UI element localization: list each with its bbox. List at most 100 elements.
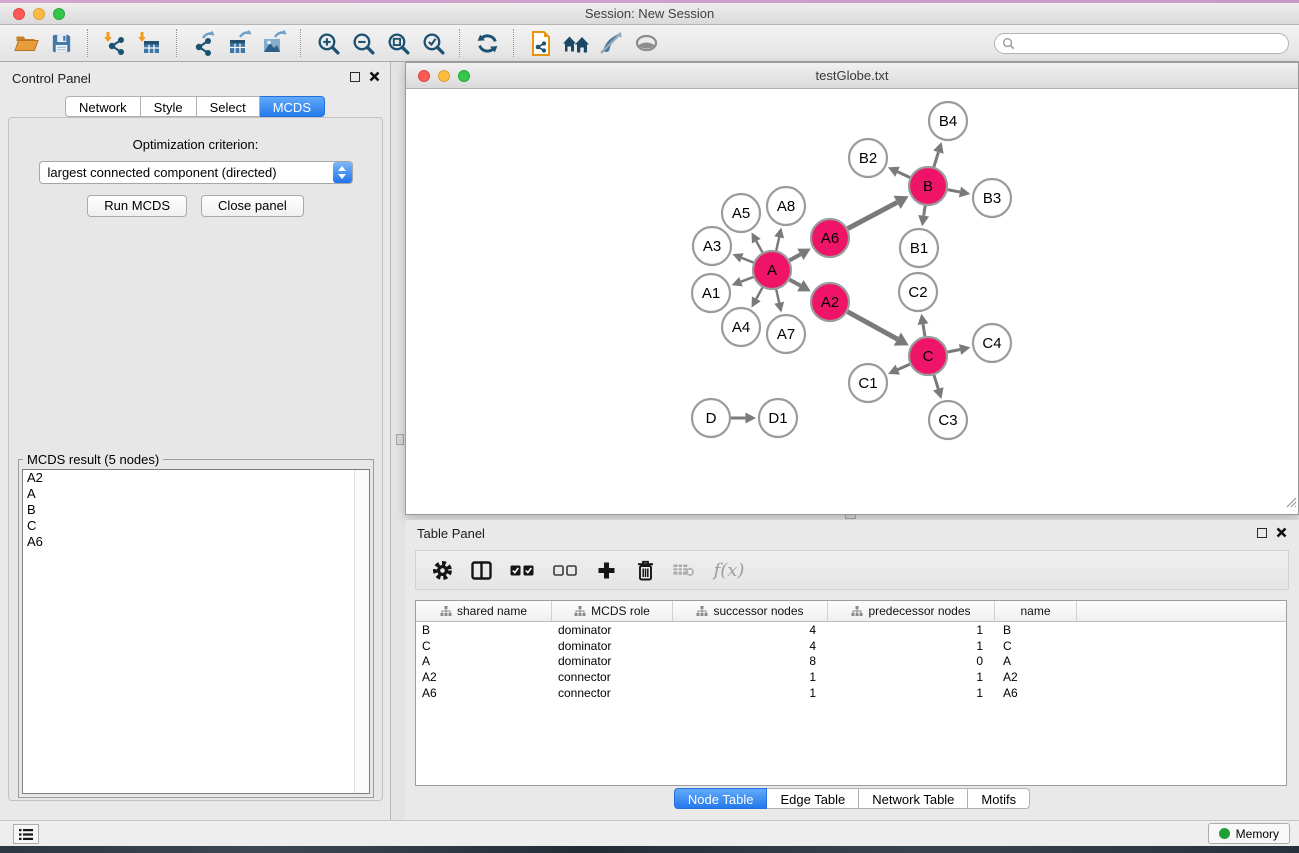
graph-node-C3[interactable]: C3 <box>929 401 967 439</box>
graph-node-A6[interactable]: A6 <box>811 219 849 257</box>
table-settings-button[interactable] <box>431 558 453 582</box>
column-header-name[interactable]: name <box>995 601 1077 621</box>
gear-icon <box>432 560 453 581</box>
graph-node-A7[interactable]: A7 <box>767 315 805 353</box>
run-mcds-button[interactable]: Run MCDS <box>87 195 187 217</box>
network-canvas[interactable]: A A1 A2 A3 A4 A5 A6 A7 A8 B B1 B2 B3 B4 C C1 C2 C3 C4 D D1 <box>406 89 1298 514</box>
show-graphics-details-button[interactable] <box>630 27 662 59</box>
table-tab-network-table[interactable]: Network Table <box>859 788 968 809</box>
table-row[interactable]: Adominator80A <box>416 653 1286 669</box>
graph-node-B1[interactable]: B1 <box>900 229 938 267</box>
graph-node-D[interactable]: D <box>692 399 730 437</box>
zoom-in-button[interactable] <box>312 27 344 59</box>
graph-node-D1[interactable]: D1 <box>759 399 797 437</box>
zoom-selected-button[interactable] <box>417 27 449 59</box>
graph-node-C4[interactable]: C4 <box>973 324 1011 362</box>
new-network-from-selection-button[interactable] <box>525 27 557 59</box>
export-image-button[interactable] <box>258 27 290 59</box>
network-window-titlebar: testGlobe.txt <box>406 63 1298 89</box>
tab-style[interactable]: Style <box>141 96 197 117</box>
zoom-window-button[interactable] <box>53 8 65 20</box>
fit-content-button[interactable] <box>382 27 414 59</box>
close-panel-icon[interactable] <box>369 71 380 82</box>
optimization-criterion-select[interactable]: largest connected component (directed) <box>39 161 353 184</box>
graph-node-label: A2 <box>821 294 839 311</box>
import-table-button[interactable] <box>134 27 166 59</box>
graph-node-B4[interactable]: B4 <box>929 102 967 140</box>
graph-node-A5[interactable]: A5 <box>722 194 760 232</box>
split-table-button[interactable] <box>470 558 492 582</box>
tab-select[interactable]: Select <box>197 96 260 117</box>
home-button[interactable] <box>560 27 592 59</box>
mcds-result-item[interactable]: C <box>23 518 369 534</box>
mcds-result-item[interactable]: B <box>23 502 369 518</box>
memory-label: Memory <box>1236 827 1279 841</box>
mcds-result-item[interactable]: A <box>23 486 369 502</box>
table-tab-edge-table[interactable]: Edge Table <box>767 788 859 809</box>
column-header-successor-nodes[interactable]: successor nodes <box>673 601 828 621</box>
search-box[interactable] <box>994 33 1289 54</box>
mcds-result-list[interactable]: A2ABCA6 <box>22 469 370 794</box>
graph-node-C1[interactable]: C1 <box>849 364 887 402</box>
zoom-network-button[interactable] <box>458 70 470 82</box>
trash-icon <box>636 560 655 581</box>
mcds-result-items: A2ABCA6 <box>23 470 369 550</box>
float-table-panel-icon[interactable] <box>1257 528 1267 538</box>
graph-node-C2[interactable]: C2 <box>899 273 937 311</box>
column-header-shared-name[interactable]: shared name <box>416 601 552 621</box>
tab-network[interactable]: Network <box>65 96 141 117</box>
deselect-all-rows-button[interactable] <box>552 558 578 582</box>
table-row[interactable]: A2connector11A2 <box>416 669 1286 685</box>
graph-node-label: C1 <box>858 375 877 392</box>
column-header-mcds-role[interactable]: MCDS role <box>552 601 673 621</box>
table-tab-motifs[interactable]: Motifs <box>968 788 1030 809</box>
export-table-button[interactable] <box>223 27 255 59</box>
graph-node-B3[interactable]: B3 <box>973 179 1011 217</box>
graph-node-A[interactable]: A <box>753 251 791 289</box>
import-network-button[interactable] <box>99 27 131 59</box>
resize-grip-icon[interactable] <box>1284 495 1297 513</box>
close-window-button[interactable] <box>13 8 25 20</box>
table-row[interactable]: Cdominator41C <box>416 638 1286 654</box>
export-network-button[interactable] <box>188 27 220 59</box>
memory-button[interactable]: Memory <box>1208 823 1290 844</box>
window-title: Session: New Session <box>0 3 1299 24</box>
search-input[interactable] <box>1019 35 1281 51</box>
table-row[interactable]: A6connector11A6 <box>416 685 1286 701</box>
graph-node-label: B1 <box>910 240 928 257</box>
graph-node-A2[interactable]: A2 <box>811 283 849 321</box>
close-panel-button[interactable]: Close panel <box>201 195 304 217</box>
graph-node-B[interactable]: B <box>909 167 947 205</box>
graph-node-B2[interactable]: B2 <box>849 139 887 177</box>
delete-table-button[interactable] <box>673 558 695 582</box>
apply-function-button[interactable]: f(x) <box>712 558 746 582</box>
graph-node-A8[interactable]: A8 <box>767 187 805 225</box>
float-panel-icon[interactable] <box>350 72 360 82</box>
minimize-network-button[interactable] <box>438 70 450 82</box>
zoom-out-button[interactable] <box>347 27 379 59</box>
refresh-button[interactable] <box>471 27 503 59</box>
graph-node-A4[interactable]: A4 <box>722 308 760 346</box>
close-table-panel-icon[interactable] <box>1276 527 1287 538</box>
column-header-predecessor-nodes[interactable]: predecessor nodes <box>828 601 995 621</box>
open-session-button[interactable] <box>10 27 42 59</box>
task-history-button[interactable] <box>13 824 39 844</box>
graph-node-A3[interactable]: A3 <box>693 227 731 265</box>
tab-mcds[interactable]: MCDS <box>260 96 325 117</box>
graph-node-A1[interactable]: A1 <box>692 274 730 312</box>
minimize-window-button[interactable] <box>33 8 45 20</box>
mcds-result-item[interactable]: A2 <box>23 470 369 486</box>
graph-node-C[interactable]: C <box>909 337 947 375</box>
scrollbar-track[interactable] <box>354 470 369 793</box>
mcds-result-item[interactable]: A6 <box>23 534 369 550</box>
select-all-rows-button[interactable] <box>509 558 535 582</box>
close-network-button[interactable] <box>418 70 430 82</box>
delete-columns-button[interactable] <box>634 558 656 582</box>
table-cell: dominator <box>552 639 673 653</box>
add-column-button[interactable] <box>595 558 617 582</box>
hide-graphics-details-button[interactable] <box>595 27 627 59</box>
table-row[interactable]: Bdominator41B <box>416 622 1286 638</box>
vertical-divider-grip[interactable] <box>396 434 404 445</box>
table-tab-node-table[interactable]: Node Table <box>674 788 768 809</box>
save-session-button[interactable] <box>45 27 77 59</box>
